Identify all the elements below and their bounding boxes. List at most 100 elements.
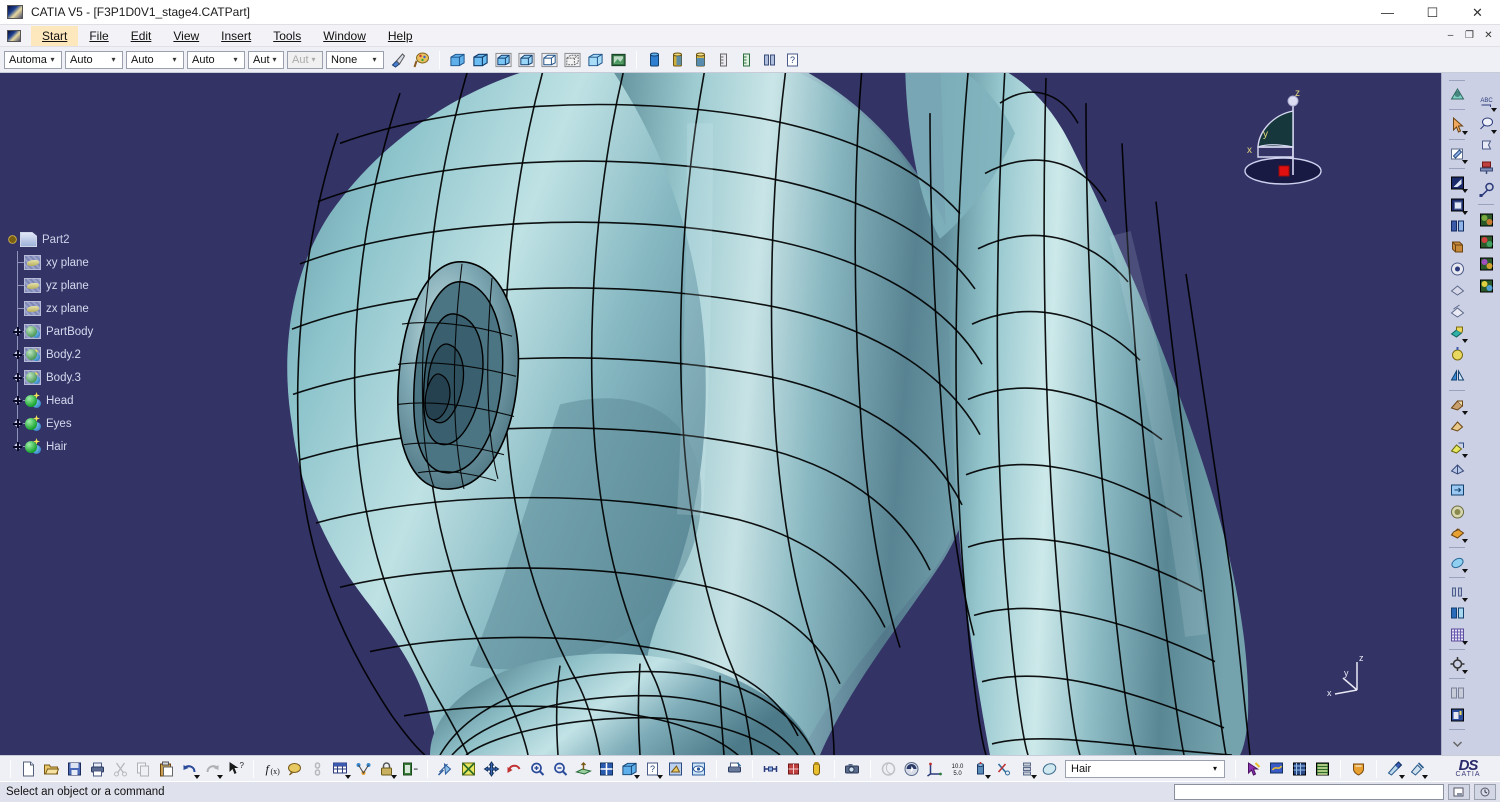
print-icon[interactable] <box>87 758 108 779</box>
history-button[interactable] <box>1474 784 1496 800</box>
select-auto-2[interactable]: Auto ▾ <box>126 50 184 69</box>
tree-node-body3[interactable]: Body.3 <box>12 366 226 389</box>
weld-symbol-icon[interactable] <box>1475 157 1497 178</box>
stacking-icon[interactable] <box>1016 758 1037 779</box>
paint-brush-icon[interactable] <box>388 49 409 70</box>
rotate-icon[interactable] <box>1446 344 1468 364</box>
symmetry-icon[interactable] <box>1446 365 1468 385</box>
help-topic-icon[interactable]: ? <box>782 49 803 70</box>
isometric-view-icon[interactable] <box>619 758 640 779</box>
more-chevron-icon[interactable] <box>1446 734 1468 754</box>
select-auto-1[interactable]: Auto ▾ <box>65 50 123 69</box>
shading-material-icon[interactable] <box>516 49 537 70</box>
command-input[interactable] <box>1174 784 1444 800</box>
printer-setup-icon[interactable] <box>724 758 745 779</box>
shading-mode-icon[interactable] <box>665 758 686 779</box>
dynamic-section-icon[interactable] <box>690 49 711 70</box>
shield-icon[interactable] <box>1348 758 1369 779</box>
shading-edges-smooth-icon[interactable] <box>493 49 514 70</box>
select-auto-4[interactable]: Aut ▾ <box>248 50 284 69</box>
menu-item-edit[interactable]: Edit <box>120 26 163 46</box>
tree-expand-icon[interactable] <box>12 349 23 360</box>
open-icon[interactable] <box>41 758 62 779</box>
distance-analysis-icon[interactable] <box>760 758 781 779</box>
boundary-icon[interactable] <box>1446 523 1468 544</box>
measure-item-icon[interactable] <box>1384 758 1405 779</box>
pan-icon[interactable] <box>481 758 502 779</box>
invert-orientation-icon[interactable] <box>1446 480 1468 500</box>
tree-expand-icon[interactable] <box>12 395 23 406</box>
dimension-icon[interactable] <box>1446 582 1468 603</box>
translate-icon[interactable] <box>1446 323 1468 343</box>
tree-expand-icon[interactable] <box>12 372 23 383</box>
flag-note-icon[interactable] <box>1475 135 1497 156</box>
eraser-icon[interactable] <box>1039 758 1060 779</box>
copy-icon[interactable] <box>133 758 154 779</box>
untrim-icon[interactable] <box>1446 280 1468 300</box>
maximize-button[interactable]: ☐ <box>1410 0 1455 25</box>
select-arrow-icon[interactable] <box>1446 114 1468 135</box>
extrapolate-icon[interactable] <box>1446 459 1468 479</box>
menu-item-start[interactable]: Start <box>31 25 79 46</box>
tree-expand-icon[interactable] <box>12 418 23 429</box>
render-style-icon[interactable] <box>608 49 629 70</box>
zoom-out-icon[interactable] <box>550 758 571 779</box>
hidden-edges-icon[interactable] <box>562 49 583 70</box>
design-table-icon[interactable] <box>330 758 351 779</box>
axis-to-axis-icon[interactable] <box>1446 437 1468 458</box>
menu-item-insert[interactable]: Insert <box>210 26 262 46</box>
disassemble-icon[interactable] <box>1446 301 1468 321</box>
mdi-close-button[interactable]: ✕ <box>1479 26 1498 44</box>
tree-expand-icon[interactable] <box>12 326 23 337</box>
named-views-icon[interactable]: ? <box>642 758 663 779</box>
menu-item-window[interactable]: Window <box>312 26 377 46</box>
camera-icon[interactable] <box>842 758 863 779</box>
apply-material-icon[interactable] <box>901 758 922 779</box>
3d-compass[interactable]: z y x <box>1231 83 1341 193</box>
photo-studio-icon[interactable] <box>1475 253 1497 274</box>
tree-node-xy-plane[interactable]: xy plane <box>12 251 226 274</box>
sketch-tracer-icon[interactable] <box>1446 144 1468 165</box>
mdi-restore-button[interactable]: ❐ <box>1460 26 1479 44</box>
power-input-button[interactable] <box>1448 784 1470 800</box>
shape-fillet-icon[interactable] <box>1446 194 1468 215</box>
geometrical-set-select[interactable]: Hair ▾ <box>1065 759 1225 778</box>
whats-this-icon[interactable]: ? <box>225 758 246 779</box>
apply-material-icon[interactable] <box>1475 209 1497 230</box>
specification-tree[interactable]: Part2 xy plane yz plane zx plane PartBod… <box>6 228 226 458</box>
menu-item-tools[interactable]: Tools <box>262 26 312 46</box>
3d-viewport[interactable]: Part2 xy plane yz plane zx plane PartBod… <box>0 73 1441 755</box>
lock-icon[interactable] <box>376 758 397 779</box>
cut-section-icon[interactable] <box>644 49 665 70</box>
formula-icon[interactable]: f (x) <box>261 758 282 779</box>
text-annotation-icon[interactable]: ABC <box>1475 91 1497 112</box>
view-mode-icon[interactable] <box>1446 85 1468 105</box>
scene-icon[interactable] <box>1446 704 1468 724</box>
flag-icon[interactable] <box>1266 758 1287 779</box>
normal-to-plane-icon[interactable] <box>573 758 594 779</box>
publication-icon[interactable] <box>1446 683 1468 703</box>
sphere-icon[interactable] <box>878 758 899 779</box>
menu-item-help[interactable]: Help <box>377 26 424 46</box>
menu-item-file[interactable]: File <box>78 26 119 46</box>
cutting-icon[interactable] <box>993 758 1014 779</box>
healing-icon[interactable] <box>1446 259 1468 279</box>
grid-icon[interactable] <box>1446 624 1468 645</box>
wireframe-point-icon[interactable] <box>1446 552 1468 573</box>
tree-node-part2[interactable]: Part2 <box>6 228 226 251</box>
dimension-value-icon[interactable]: 10.0 5.0 <box>947 758 968 779</box>
tree-node-head[interactable]: Head <box>12 389 226 412</box>
fit-all-in-icon[interactable] <box>435 758 456 779</box>
shading-icon[interactable] <box>447 49 468 70</box>
wireframe-icon[interactable] <box>539 49 560 70</box>
rendering-icon[interactable] <box>1475 275 1497 296</box>
quick-select-icon[interactable] <box>1243 758 1264 779</box>
hide-show-icon[interactable] <box>688 758 709 779</box>
custom-view-icon[interactable] <box>585 49 606 70</box>
split-icon[interactable] <box>1446 216 1468 236</box>
undo-icon[interactable] <box>179 758 200 779</box>
save-icon[interactable] <box>64 758 85 779</box>
select-auto-3[interactable]: Auto ▾ <box>187 50 245 69</box>
paste-icon[interactable] <box>156 758 177 779</box>
link-icon[interactable] <box>307 758 328 779</box>
